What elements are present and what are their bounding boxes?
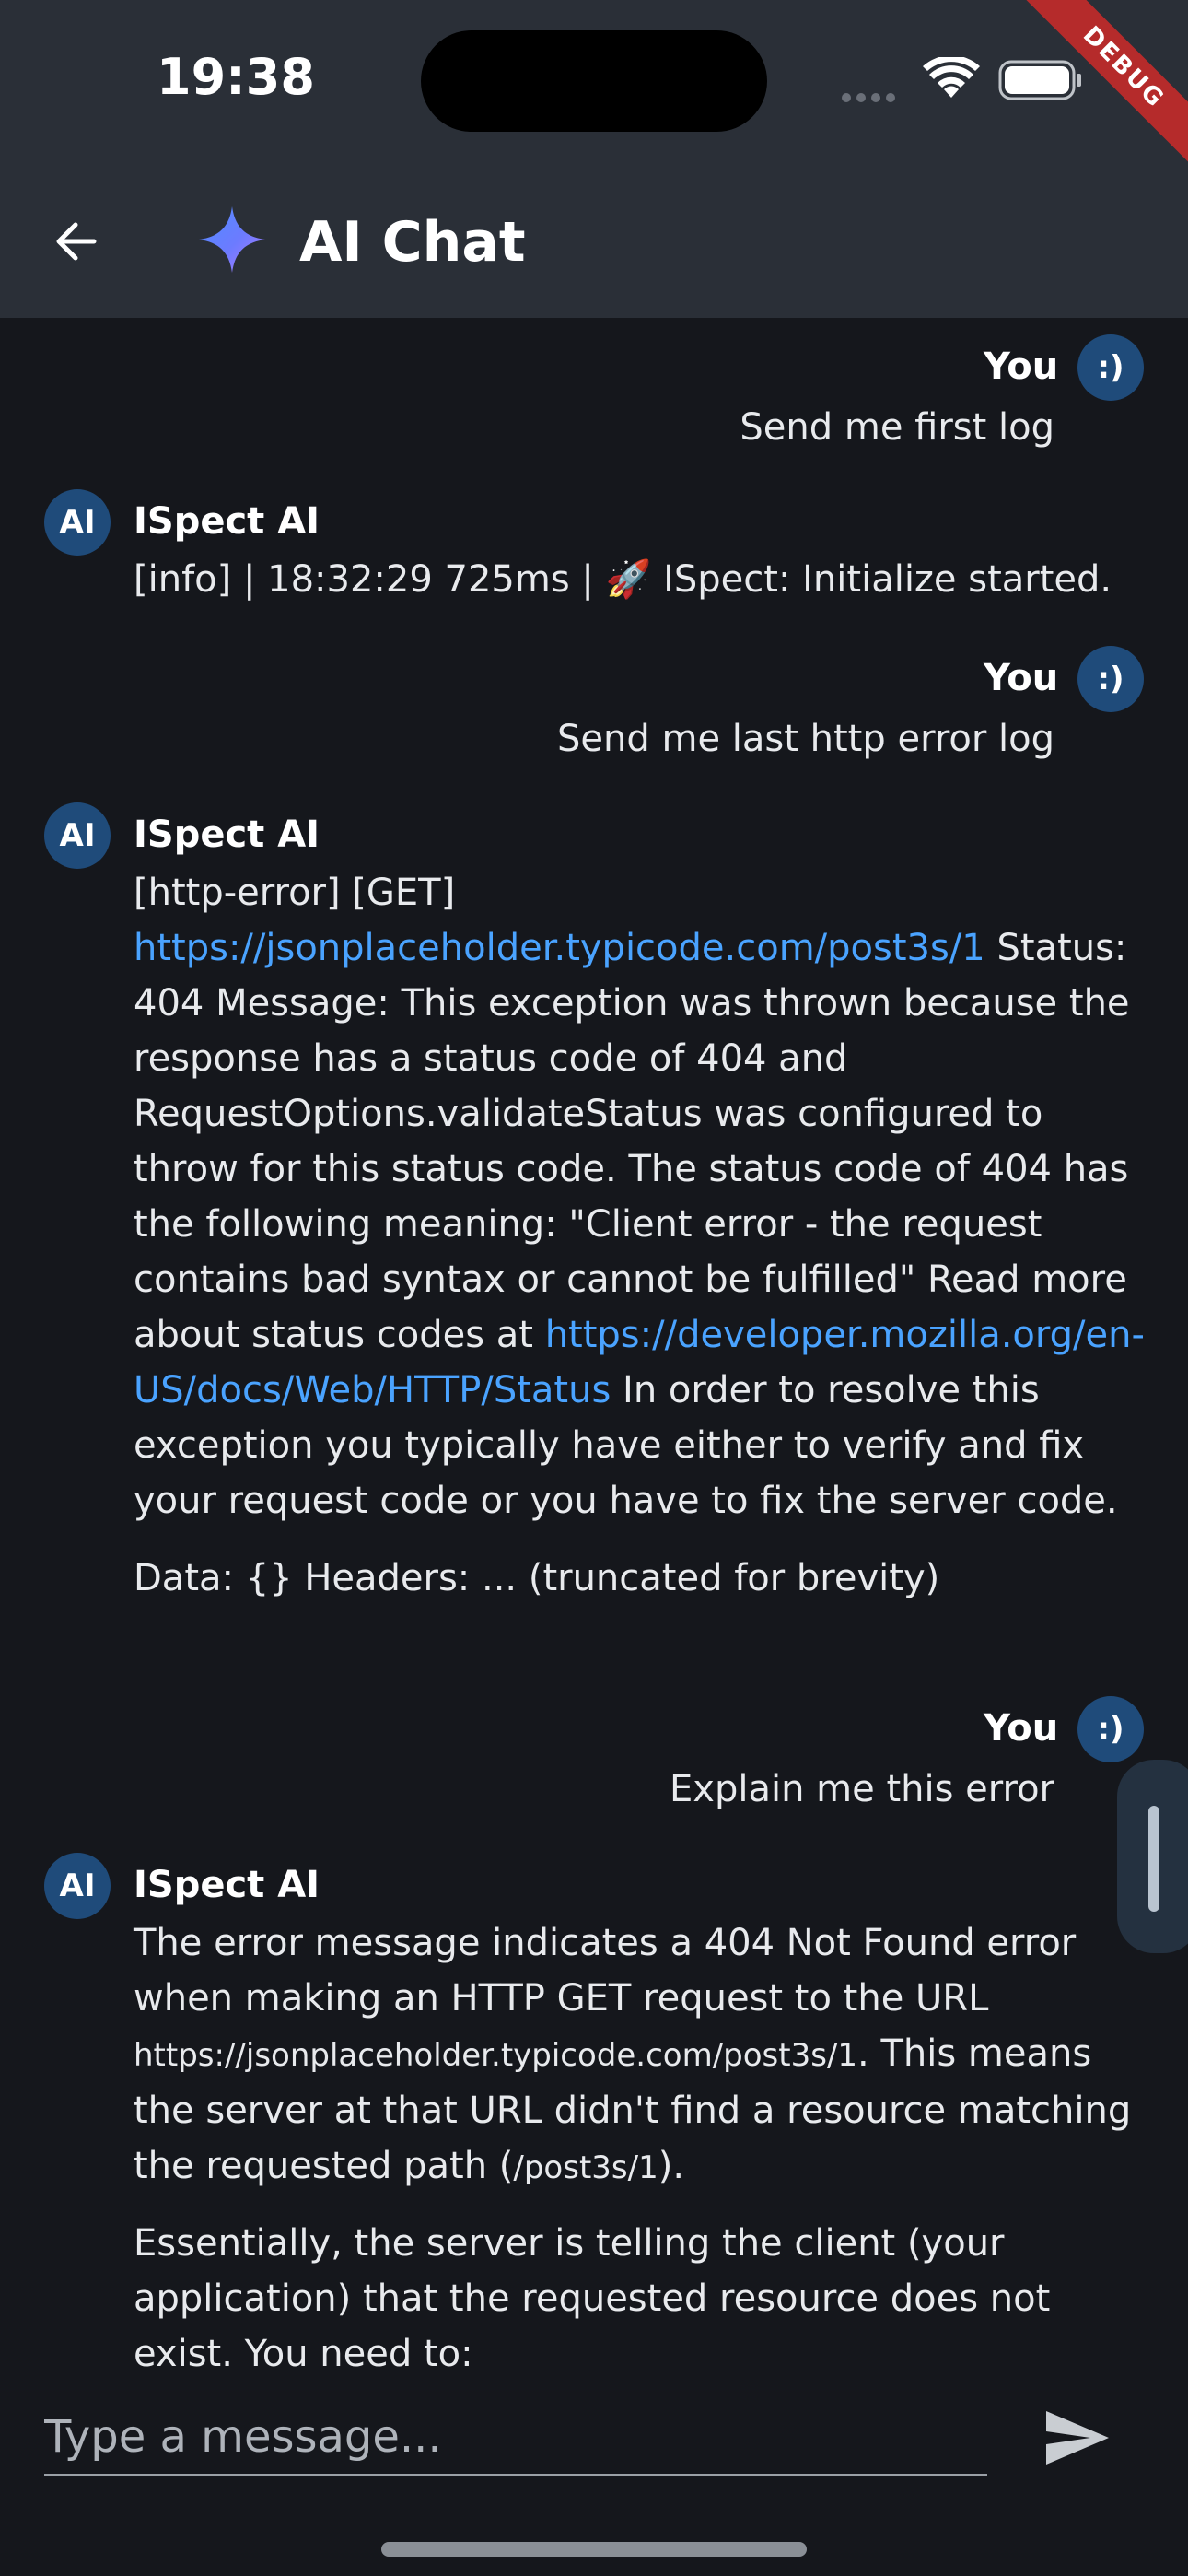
ai-avatar: AI — [44, 489, 111, 556]
sender-name: ISpect AI — [134, 500, 320, 543]
user-avatar: :) — [1077, 334, 1144, 401]
text-paragraph: Essentially, the server is telling the c… — [134, 2222, 1051, 2375]
sparkle-icon — [199, 206, 265, 273]
user-avatar: :) — [1077, 1696, 1144, 1762]
chat-list[interactable]: You :) Send me first log AI ISpect AI [i… — [0, 318, 1188, 2382]
text-paragraph: Data: {} Headers: ... (truncated for bre… — [134, 1557, 940, 1599]
wifi-icon — [923, 57, 980, 98]
inline-code: /post3s/1 — [513, 2149, 658, 2186]
scroll-grip[interactable] — [1148, 1806, 1159, 1912]
ai-avatar: AI — [44, 1853, 111, 1919]
ai-avatar: AI — [44, 802, 111, 869]
cellular-signal-icon — [842, 88, 904, 102]
text-segment: Status: 404 Message: This exception was … — [134, 927, 1130, 1356]
text-segment: The error message indicates a 404 Not Fo… — [134, 1922, 1077, 2020]
status-time: 19:38 — [157, 48, 315, 106]
app-header: 19:38 DEBUG AI Chat — [0, 0, 1188, 318]
sender-name: You — [984, 345, 1059, 388]
message-input[interactable] — [44, 2400, 987, 2476]
text-segment: ). — [658, 2145, 685, 2187]
dynamic-island — [421, 30, 767, 132]
arrow-left-icon[interactable] — [48, 212, 107, 271]
user-avatar: :) — [1077, 646, 1144, 712]
message-text: Send me last http error log — [557, 718, 1054, 760]
message-composer — [0, 2382, 1188, 2576]
debug-label: DEBUG — [1010, 0, 1188, 181]
text-segment: [http-error] [GET] — [134, 872, 456, 914]
message-text: [info] | 18:32:29 725ms | 🚀 ISpect: Init… — [134, 558, 1112, 601]
inline-code: https://jsonplaceholder.typicode.com/pos… — [134, 2037, 858, 2074]
url-link[interactable]: https://jsonplaceholder.typicode.com/pos… — [134, 927, 985, 969]
home-indicator — [381, 2542, 807, 2557]
sender-name: You — [984, 657, 1059, 699]
sender-name: ISpect AI — [134, 1864, 320, 1906]
message-text: The error message indicates a 404 Not Fo… — [134, 1915, 1156, 2382]
debug-banner: DEBUG — [1004, 0, 1188, 184]
message-text: [http-error] [GET] https://jsonplacehold… — [134, 865, 1156, 1606]
page-title: AI Chat — [299, 210, 526, 275]
message-text: Explain me this error — [670, 1768, 1054, 1810]
sender-name: ISpect AI — [134, 814, 320, 856]
sender-name: You — [984, 1707, 1059, 1750]
message-text: Send me first log — [740, 406, 1054, 449]
send-icon[interactable] — [1044, 2409, 1111, 2466]
scroll-handle[interactable] — [1117, 1760, 1188, 1953]
